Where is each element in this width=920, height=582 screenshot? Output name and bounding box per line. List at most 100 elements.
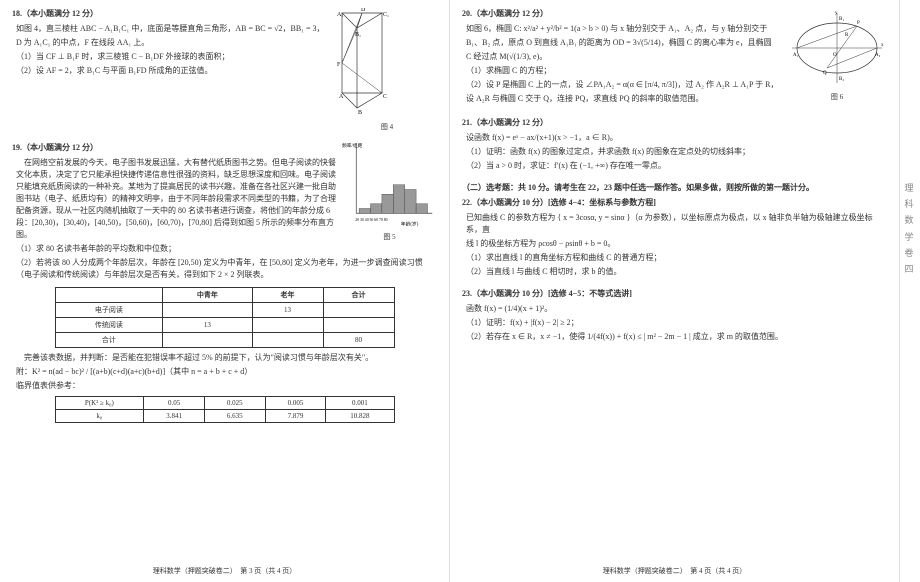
svg-text:A₁: A₁: [793, 53, 799, 58]
problem-22: 22.（本小题满分 10 分）[选修 4−4：坐标系与参数方程] 已知曲线 C …: [462, 197, 887, 278]
problem-18: A B C A₁ B₁ C₁ D F 图 4 18.（本小题满分 12 分） 如…: [12, 8, 437, 132]
side-tab-char: 四: [900, 261, 918, 277]
cell-empty: [163, 303, 252, 318]
svg-text:A: A: [339, 94, 344, 100]
table-row: k₀ 3.841 6.635 7.879 10.828: [55, 410, 394, 423]
page-3: A B C A₁ B₁ C₁ D F 图 4 18.（本小题满分 12 分） 如…: [0, 0, 450, 582]
problem-23: 23.（本小题满分 10 分）[选修 4−5：不等式选讲] 函数 f(x) = …: [462, 288, 887, 343]
histogram-icon: 20 30 40 50 60 70 80 年龄(岁) 频率/组距: [342, 142, 437, 228]
cell: P(K² ≥ k₀): [55, 397, 144, 410]
p21-body: 设函数 f(x) = eˣ − ax/(x+1)(x > −1，a ∈ R)。 …: [462, 132, 887, 172]
cell: 0.025: [204, 397, 265, 410]
cell-empty: [252, 318, 323, 333]
svg-text:x: x: [881, 43, 884, 48]
svg-text:D: D: [361, 8, 366, 13]
p23-body: 函数 f(x) = (1/4)(x + 1)²。 （1）证明：f(x) + |f…: [462, 303, 887, 343]
svg-text:y: y: [835, 11, 838, 16]
cell: 合计: [55, 333, 163, 348]
cell: 0.05: [144, 397, 205, 410]
p22-body: 已知曲线 C 的参数方程为 { x = 3cosα, y = sinα }（α …: [462, 212, 887, 278]
th-total: 合计: [323, 288, 394, 303]
p23-q2: （2）若存在 x ∈ R，x ≠ −1，使得 1/(4f(x)) + f(x) …: [466, 331, 887, 343]
p19-q2: （2）若将该 80 人分成两个年龄层次，年龄在 [20,50) 定义为中青年，在…: [16, 257, 437, 281]
p22-header: 22.（本小题满分 10 分）[选修 4−4：坐标系与参数方程]: [462, 197, 887, 208]
section-2-title: （二）选考题：共 10 分。请考生在 22，23 题中任选一题作答。如果多做，则…: [462, 182, 887, 193]
figure-6-box: A₁ A₂ B₁ B₂ P Q R x y O 图 6: [787, 8, 887, 102]
side-tab-char: 数: [900, 212, 918, 228]
p21-intro: 设函数 f(x) = eˣ − ax/(x+1)(x > −1，a ∈ R)。: [466, 132, 887, 144]
cell-empty: [323, 318, 394, 333]
cell-empty: [252, 333, 323, 348]
cell: 3.841: [144, 410, 205, 423]
p21-q1: （1）证明：函数 f(x) 的图象过定点，并求函数 f(x) 的图象在定点处的切…: [466, 146, 887, 158]
p19-ref-label: 临界值表供参考：: [16, 380, 437, 392]
p21-header: 21.（本小题满分 12 分）: [462, 117, 887, 128]
p19-formula: 附：K² = n(ad − bc)² / [(a+b)(c+d)(a+c)(b+…: [16, 366, 437, 378]
side-tab-char: 理: [900, 180, 918, 196]
table-row: 中青年 老年 合计: [55, 288, 394, 303]
th-blank: [55, 288, 163, 303]
p22-l1: 已知曲线 C 的参数方程为 { x = 3cosα, y = sinα }（α …: [466, 212, 887, 236]
svg-text:C₁: C₁: [383, 12, 389, 18]
p23-intro: 函数 f(x) = (1/4)(x + 1)²。: [466, 303, 887, 315]
svg-text:20 30 40 50 60 70 80: 20 30 40 50 60 70 80: [355, 218, 387, 222]
critical-value-table: P(K² ≥ k₀) 0.05 0.025 0.005 0.001 k₀ 3.8…: [55, 396, 395, 423]
ellipse-figure-icon: A₁ A₂ B₁ B₂ P Q R x y O: [787, 8, 887, 88]
side-tab-char: 学: [900, 229, 918, 245]
svg-text:C: C: [383, 94, 387, 100]
cell: 0.001: [326, 397, 394, 410]
cell: 13: [252, 303, 323, 318]
cell-empty: [163, 333, 252, 348]
svg-text:B₁: B₁: [355, 32, 361, 38]
table-row: 传统阅读 13: [55, 318, 394, 333]
problem-21: 21.（本小题满分 12 分） 设函数 f(x) = eˣ − ax/(x+1)…: [462, 117, 887, 172]
svg-text:B₁: B₁: [839, 17, 844, 22]
table-row: P(K² ≥ k₀) 0.05 0.025 0.005 0.001: [55, 397, 394, 410]
figure-4-box: A B C A₁ B₁ C₁ D F 图 4: [337, 8, 437, 132]
cell: 80: [323, 333, 394, 348]
cell: 10.828: [326, 410, 394, 423]
problem-19: 20 30 40 50 60 70 80 年龄(岁) 频率/组距 图 5 19.…: [12, 142, 437, 423]
svg-text:F: F: [337, 62, 341, 68]
p22-q1: （1）求出直线 l 的直角坐标方程和曲线 C 的普通方程；: [466, 252, 887, 264]
p19-q1: （1）求 80 名读书者年龄的平均数和中位数；: [16, 243, 437, 255]
svg-text:A₁: A₁: [337, 12, 343, 18]
table-row: 电子阅读 13: [55, 303, 394, 318]
svg-text:R: R: [845, 33, 849, 38]
svg-text:B₂: B₂: [839, 77, 844, 82]
cell: 传统阅读: [55, 318, 163, 333]
footer-page-3: 理科数学（押题突破卷二） 第 3 页（共 4 页）: [0, 566, 449, 576]
cell: k₀: [55, 410, 144, 423]
cell: 电子阅读: [55, 303, 163, 318]
svg-text:O: O: [833, 53, 837, 58]
th-young: 中青年: [163, 288, 252, 303]
p22-l2: 线 l 的极坐标方程为 ρcosθ − ρsinθ + b = 0。: [466, 238, 887, 250]
cell-empty: [323, 303, 394, 318]
side-tab-char: 卷: [900, 245, 918, 261]
p23-q1: （1）证明：f(x) + |f(x) − 2| ≥ 2；: [466, 317, 887, 329]
cell: 0.005: [265, 397, 326, 410]
th-old: 老年: [252, 288, 323, 303]
svg-text:频率/组距: 频率/组距: [342, 142, 363, 149]
p22-q2: （2）当直线 l 与曲线 C 相切时，求 b 的值。: [466, 266, 887, 278]
page-4: A₁ A₂ B₁ B₂ P Q R x y O 图 6 20.（本小题满分 12…: [450, 0, 900, 582]
svg-text:Q: Q: [823, 71, 827, 76]
p21-q2: （2）当 a > 0 时，求证：f′(x) 在 (−1, +∞) 存在唯一零点。: [466, 160, 887, 172]
side-tab-char: 科: [900, 196, 918, 212]
svg-text:A₂: A₂: [875, 53, 881, 58]
prism-figure-icon: A B C A₁ B₁ C₁ D F: [337, 8, 437, 118]
figure-4-caption: 图 4: [337, 122, 437, 132]
svg-text:B: B: [358, 110, 362, 116]
p19-after-table: 完善该表数据，并判断：是否能在犯错误率不超过 5% 的前提下，认为"阅读习惯与年…: [12, 352, 437, 392]
side-tab: 理 科 数 学 卷 四: [900, 180, 918, 277]
p19-para2: 完善该表数据，并判断：是否能在犯错误率不超过 5% 的前提下，认为"阅读习惯与年…: [16, 352, 437, 364]
p23-header: 23.（本小题满分 10 分）[选修 4−5：不等式选讲]: [462, 288, 887, 299]
figure-6-caption: 图 6: [787, 92, 887, 102]
problem-20: A₁ A₂ B₁ B₂ P Q R x y O 图 6 20.（本小题满分 12…: [462, 8, 887, 107]
svg-text:年龄(岁): 年龄(岁): [401, 221, 419, 228]
footer-page-4: 理科数学（押题突破卷二） 第 4 页（共 4 页）: [450, 566, 899, 576]
cell: 7.879: [265, 410, 326, 423]
figure-5-box: 20 30 40 50 60 70 80 年龄(岁) 频率/组距 图 5: [342, 142, 437, 222]
contingency-table: 中青年 老年 合计 电子阅读 13 传统阅读 13 合计 80: [55, 287, 395, 348]
cell: 13: [163, 318, 252, 333]
